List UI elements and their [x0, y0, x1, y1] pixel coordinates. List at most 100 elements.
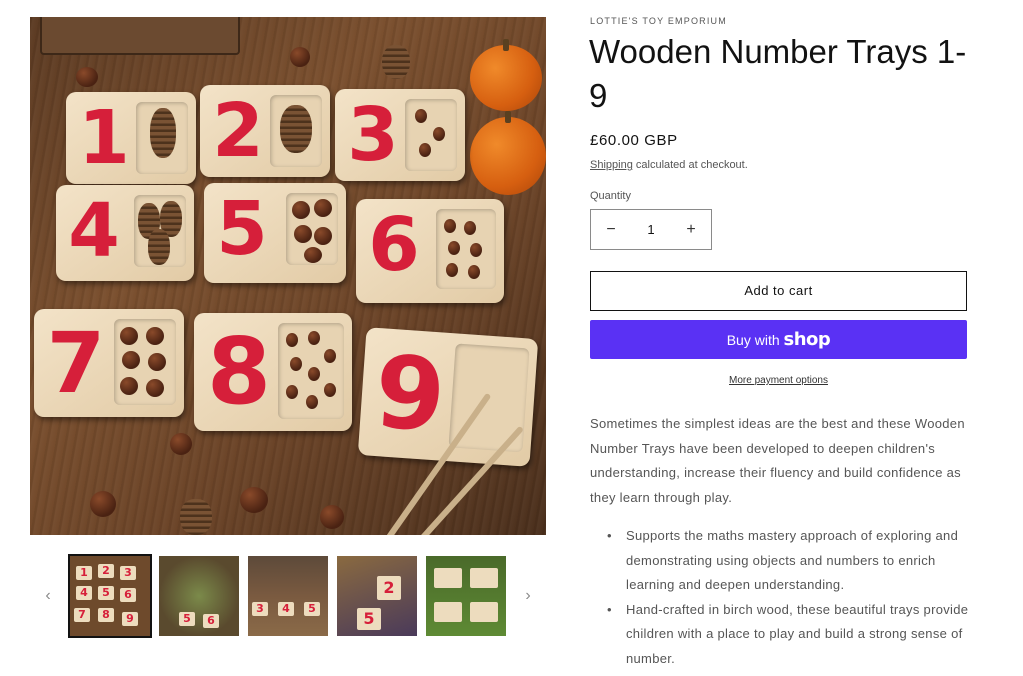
chestnut [292, 201, 310, 219]
thumb-mini-tray: 6 [120, 588, 136, 602]
more-payment-options-link[interactable]: More payment options [590, 375, 967, 386]
acorn [433, 127, 445, 141]
thumbnail-prev-arrow-icon[interactable]: ‹ [40, 586, 56, 606]
pumpkin-top [470, 39, 542, 111]
quantity-stepper: − 1 + [590, 209, 712, 250]
chestnut [76, 67, 98, 87]
thumb-mini-tray: 3 [120, 566, 136, 580]
pine-cone [180, 499, 212, 535]
acorn [324, 383, 336, 397]
thumb-mini-tray: 5 [304, 602, 320, 616]
thumb-mini-tray: 1 [76, 566, 92, 580]
thumb-mini-tray: 3 [252, 602, 268, 616]
product-price: £60.00 GBP [590, 132, 678, 149]
thumbnail-next-arrow-icon[interactable]: › [520, 586, 536, 606]
chestnut [120, 377, 138, 395]
thumb-mini-tray [470, 602, 498, 622]
tray-numeral: 9 [371, 333, 449, 455]
number-tray: 6 [356, 199, 504, 303]
number-tray: 1 [66, 92, 196, 184]
shipping-link[interactable]: Shipping [590, 159, 633, 171]
product-vendor: LOTTIE'S TOY EMPORIUM [590, 16, 727, 26]
thumb-mini-tray: 4 [278, 602, 294, 616]
chestnut [170, 433, 192, 455]
number-tray: 2 [200, 85, 330, 177]
feature-list-item: Hand-crafted in birch wood, these beauti… [607, 598, 972, 672]
tray-numeral: 3 [347, 92, 399, 178]
shipping-note: Shipping calculated at checkout. [590, 159, 748, 171]
thumb-mini-tray [434, 602, 462, 622]
acorn [444, 219, 456, 233]
acorn [419, 143, 431, 157]
number-tray: 8 [194, 313, 352, 431]
tray-numeral: 8 [206, 318, 271, 425]
chestnut [146, 379, 164, 397]
tray-numeral: 6 [368, 202, 420, 288]
pine-cone [280, 105, 312, 153]
acorn [306, 395, 318, 409]
acorn [468, 265, 480, 279]
shop-logo: shop [783, 329, 831, 350]
thumbnail-4[interactable]: 2 5 [337, 556, 417, 636]
tray-well [114, 319, 176, 405]
chestnut [120, 327, 138, 345]
tray-numeral: 2 [212, 88, 264, 174]
chestnut [240, 487, 268, 513]
feature-list: Supports the maths mastery approach of e… [607, 524, 972, 671]
chestnut [320, 505, 344, 529]
thumb-mini-tray: 8 [98, 608, 114, 622]
shipping-note-text: calculated at checkout. [632, 159, 748, 171]
tray-numeral: 4 [68, 188, 120, 274]
chestnut [290, 47, 310, 67]
pumpkin-bottom [470, 111, 546, 195]
chestnut [294, 225, 312, 243]
tray-numeral: 5 [216, 186, 268, 272]
quantity-increase-button[interactable]: + [671, 210, 711, 249]
thumb-mini-tray: 2 [377, 576, 401, 600]
thumb-mini-tray: 6 [203, 614, 219, 628]
thumbnail-5[interactable] [426, 556, 506, 636]
chestnut [90, 491, 116, 517]
chestnut [314, 199, 332, 217]
thumb-mini-tray [434, 568, 462, 588]
thumbnail-3[interactable]: 3 4 5 [248, 556, 328, 636]
number-tray: 5 [204, 183, 346, 283]
thumb-mini-tray: 4 [76, 586, 92, 600]
pine-cone [148, 229, 170, 265]
thumb-mini-tray: 5 [98, 586, 114, 600]
number-tray: 3 [335, 89, 465, 181]
chestnut [146, 327, 164, 345]
thumbnail-2[interactable]: 5 6 [159, 556, 239, 636]
acorn [470, 243, 482, 257]
tray-well [136, 102, 188, 174]
number-tray: 4 [56, 185, 194, 281]
chestnut [304, 247, 322, 263]
quantity-decrease-button[interactable]: − [591, 210, 631, 249]
product-main-image[interactable]: 1 2 3 4 5 6 7 8 9 [30, 17, 546, 535]
thumb-mini-tray: 5 [179, 612, 195, 626]
feature-list-item: Supports the maths mastery approach of e… [607, 524, 972, 598]
tray-well [286, 193, 338, 265]
tray-numeral: 7 [46, 314, 106, 412]
acorn [286, 333, 298, 347]
thumb-mini-tray [470, 568, 498, 588]
acorn [290, 357, 302, 371]
number-tray: 7 [34, 309, 184, 417]
tray-well [270, 95, 322, 167]
acorn [448, 241, 460, 255]
thumb-mini-tray: 2 [98, 564, 114, 578]
tray-well [405, 99, 457, 171]
wooden-chest [40, 17, 240, 55]
tray-numeral: 1 [78, 95, 130, 181]
pine-cone [382, 45, 410, 79]
product-title: Wooden Number Trays 1-9 [589, 33, 967, 114]
chestnut [314, 227, 332, 245]
buy-with-shop-button[interactable]: Buy with shop [590, 320, 967, 359]
thumbnail-1[interactable]: 1 2 3 4 5 6 7 8 9 [68, 554, 152, 638]
chestnut [122, 351, 140, 369]
acorn [446, 263, 458, 277]
add-to-cart-button[interactable]: Add to cart [590, 271, 967, 311]
thumbnail-strip: ‹ 1 2 3 4 5 6 7 8 9 5 6 3 4 5 2 5 › [30, 554, 546, 638]
quantity-input[interactable]: 1 [631, 222, 671, 237]
tray-well [436, 209, 496, 289]
